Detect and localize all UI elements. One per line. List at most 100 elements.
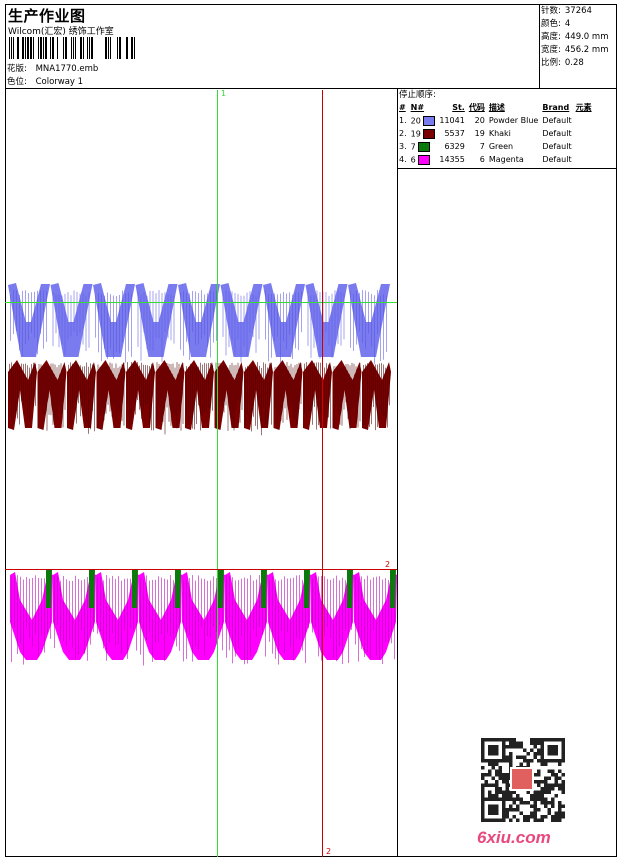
magenta-stitch	[364, 578, 365, 658]
blue-stitch	[43, 290, 44, 349]
red-stitch	[274, 367, 276, 409]
magenta-stitch	[143, 580, 144, 666]
red-motif	[185, 360, 214, 430]
blue-stitch	[265, 290, 266, 340]
red-stitch	[296, 364, 298, 425]
blue-stitch	[268, 293, 269, 362]
red-stitch	[27, 365, 28, 418]
red-stitch	[109, 362, 111, 412]
magenta-stitch	[38, 577, 39, 656]
magenta-stitch	[238, 580, 239, 649]
blue-stitch	[22, 290, 23, 356]
blue-stitch	[76, 291, 78, 337]
red-stitch	[219, 362, 221, 403]
blue-stitch	[13, 290, 14, 335]
magenta-stitch	[235, 580, 236, 657]
red-stitch	[21, 363, 22, 402]
blue-stitch	[82, 292, 84, 345]
red-stitch	[257, 362, 258, 430]
magenta-stitch	[103, 580, 104, 649]
red-stitch	[269, 363, 270, 404]
red-stitch	[103, 365, 105, 421]
magenta-stitch	[296, 575, 297, 638]
magenta-stitch	[259, 575, 260, 628]
magenta-stitch	[318, 576, 319, 657]
magenta-stitch	[367, 575, 368, 653]
green-accent	[347, 569, 353, 608]
blue-stitch	[301, 290, 302, 333]
red-stitch	[249, 366, 250, 422]
red-stitch	[304, 363, 305, 414]
blue-stitch	[340, 291, 342, 346]
red-stitch	[88, 366, 89, 434]
blue-stitch	[274, 293, 275, 341]
red-stitch	[353, 363, 355, 406]
magenta-stitch	[213, 576, 214, 627]
magenta-stitch	[244, 577, 245, 665]
guide-line-red-vertical[interactable]	[322, 90, 323, 857]
red-stitch	[86, 362, 87, 424]
red-stitch	[42, 366, 44, 414]
blue-stitch	[280, 293, 281, 363]
red-stitch	[292, 367, 294, 418]
magenta-stitch	[204, 578, 205, 657]
red-stitch	[107, 364, 109, 405]
blue-stitch	[383, 294, 384, 360]
red-motif	[332, 360, 362, 430]
red-stitch	[119, 366, 121, 412]
red-stitch	[38, 363, 40, 405]
blue-stitch	[386, 295, 387, 352]
red-stitch	[328, 364, 329, 418]
guide-line-green-horizontal[interactable]	[5, 302, 397, 303]
red-stitch	[312, 367, 313, 425]
magenta-stitch	[336, 575, 337, 662]
blue-stitch	[140, 294, 142, 361]
magenta-stitch	[195, 580, 196, 647]
red-stitch	[50, 363, 52, 416]
magenta-stitch	[158, 576, 159, 643]
magenta-stitch	[149, 580, 150, 633]
magenta-stitch	[324, 576, 325, 636]
red-stitch	[143, 364, 144, 411]
magenta-stitch	[287, 578, 288, 633]
red-stitch	[369, 363, 370, 427]
guide-label-2: 2	[385, 560, 391, 569]
guide-line-green-vertical[interactable]	[217, 90, 218, 857]
red-stitch	[194, 366, 195, 430]
blue-stitch	[210, 290, 211, 358]
red-stitch	[149, 366, 150, 426]
blue-stitch	[192, 290, 193, 333]
magenta-stitch	[186, 579, 187, 660]
blue-stitch	[131, 294, 132, 357]
red-stitch	[76, 363, 77, 424]
blue-stitch	[350, 291, 351, 348]
red-stitch	[188, 366, 189, 422]
blue-stitch	[104, 295, 105, 349]
red-stitch	[182, 363, 184, 424]
magenta-stitch	[379, 576, 380, 660]
red-motif	[8, 360, 37, 430]
red-stitch	[223, 365, 225, 413]
green-accent	[304, 569, 310, 608]
green-accent	[89, 569, 95, 608]
red-stitch	[371, 365, 372, 425]
red-stitch	[162, 366, 164, 422]
blue-stitch	[231, 291, 233, 341]
red-stitch	[160, 366, 162, 420]
red-stitch	[11, 362, 12, 419]
red-stitch	[135, 367, 136, 415]
red-stitch	[141, 362, 142, 419]
guide-line-red-horizontal[interactable]	[5, 569, 397, 570]
red-stitch	[68, 364, 69, 406]
red-stitch	[23, 363, 24, 406]
red-stitch	[265, 363, 266, 426]
red-stitch	[35, 363, 36, 406]
red-stitch	[210, 363, 211, 405]
red-stitch	[80, 365, 81, 417]
magenta-stitch	[115, 578, 116, 646]
red-stitch	[202, 364, 203, 417]
blue-stitch	[28, 292, 29, 341]
magenta-stitch	[312, 578, 313, 633]
red-motif	[67, 360, 96, 430]
red-stitch	[286, 362, 288, 420]
